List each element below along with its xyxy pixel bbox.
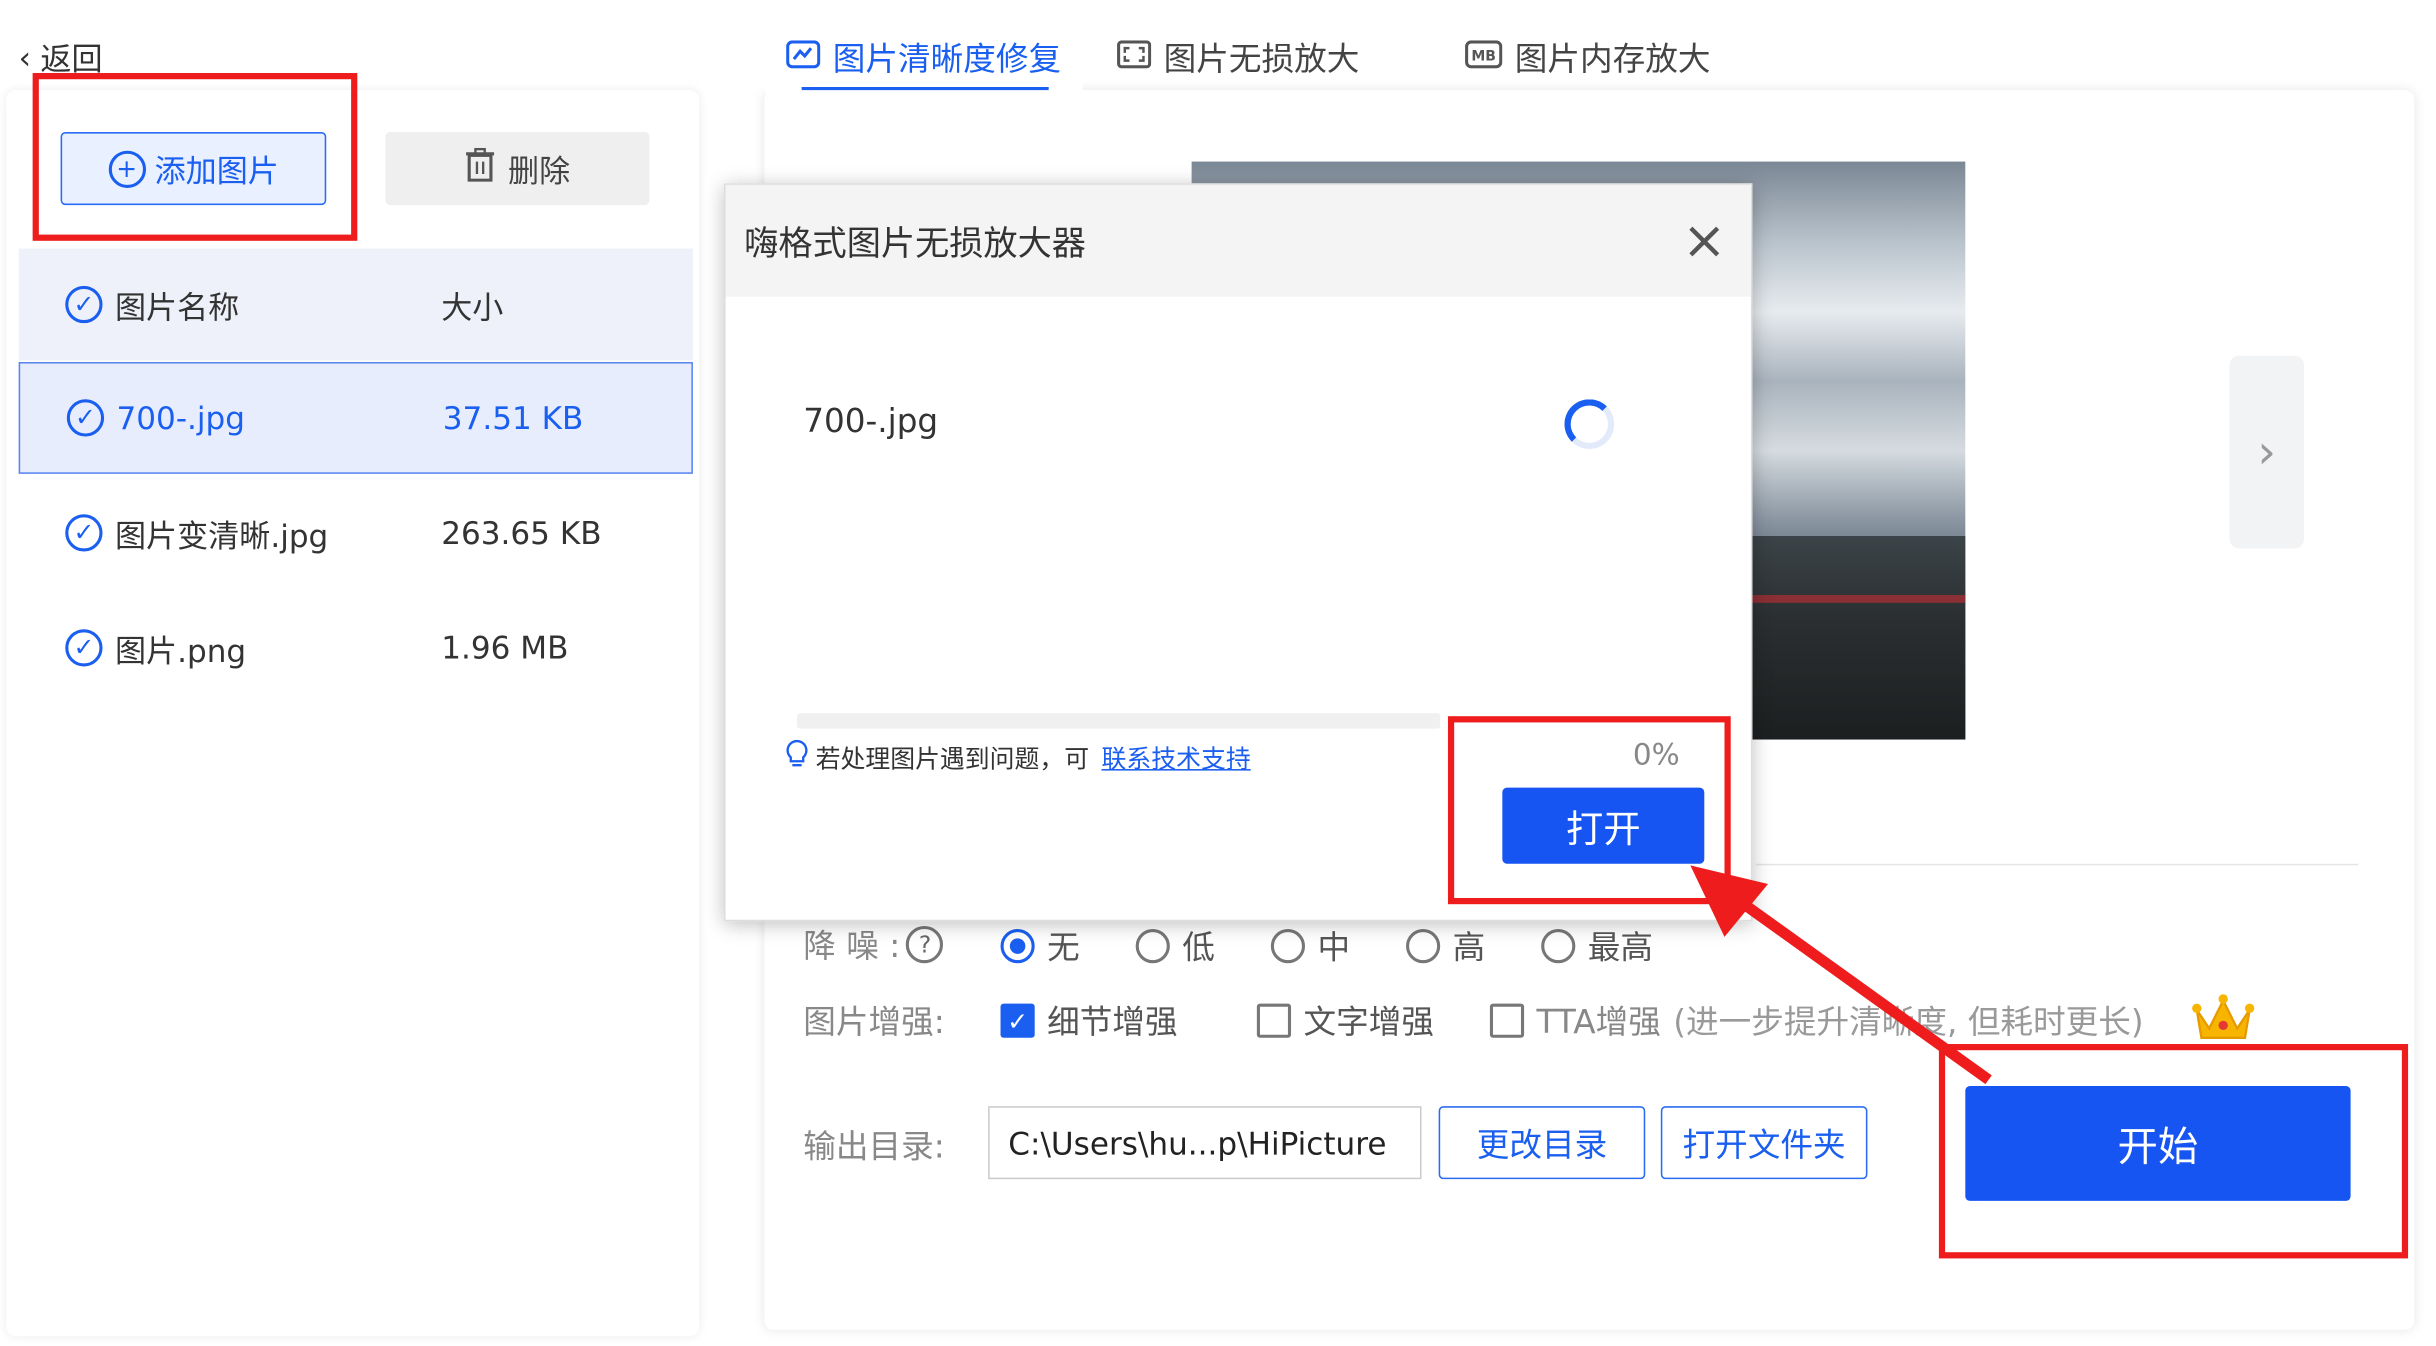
dialog-filename: 700-.jpg <box>803 402 939 440</box>
tab-sharpen[interactable]: 图片清晰度修复 <box>764 21 1083 94</box>
check-circle-icon[interactable]: ✓ <box>65 514 103 552</box>
enhance-option-label: TTA增强 <box>1536 1003 1661 1041</box>
denoise-option-label: 低 <box>1182 929 1215 967</box>
back-button[interactable]: ‹ 返回 <box>19 34 103 79</box>
radio-icon <box>1135 929 1170 964</box>
denoise-option-label: 最高 <box>1587 929 1654 967</box>
output-label: 输出目录: <box>803 1127 945 1166</box>
add-image-button[interactable]: + 添加图片 <box>60 132 327 206</box>
help-icon[interactable]: ? <box>906 925 944 964</box>
delete-button[interactable]: 删除 <box>385 132 650 206</box>
sharpen-icon <box>786 39 821 76</box>
file-row[interactable]: ✓ 图片.png 1.96 MB <box>19 592 693 704</box>
open-folder-button[interactable]: 打开文件夹 <box>1660 1106 1868 1180</box>
radio-icon <box>1406 929 1441 964</box>
loading-spinner-icon <box>1564 399 1615 449</box>
tab-memory[interactable]: MB 图片内存放大 <box>1443 22 1732 93</box>
mb-icon: MB <box>1465 39 1503 76</box>
file-size: 37.51 KB <box>442 399 584 437</box>
file-row[interactable]: ✓ 700-.jpg 37.51 KB <box>18 361 693 474</box>
denoise-option-low[interactable]: 低 <box>1135 923 1215 970</box>
denoise-option-high[interactable]: 高 <box>1406 923 1485 970</box>
file-name: 图片.png <box>114 631 247 669</box>
dialog-header: 嗨格式图片无损放大器 <box>725 184 1751 297</box>
file-size: 263.65 KB <box>441 514 602 552</box>
open-button[interactable]: 打开 <box>1502 787 1705 864</box>
help-text: 若处理图片遇到问题，可 <box>815 744 1090 774</box>
file-list-header: ✓ 图片名称 大小 <box>18 248 693 361</box>
svg-text:MB: MB <box>1471 49 1496 65</box>
start-button[interactable]: 开始 <box>1965 1085 2351 1201</box>
check-circle-icon[interactable]: ✓ <box>65 629 103 667</box>
file-name: 700-.jpg <box>116 399 246 437</box>
denoise-option-label: 中 <box>1317 929 1351 967</box>
help-line: 若处理图片遇到问题，可 联系技术支持 <box>785 738 1251 775</box>
checkbox-icon <box>1256 1003 1292 1038</box>
chevron-right-icon: › <box>2257 424 2277 480</box>
delete-label: 删除 <box>508 152 571 190</box>
header-name: 图片名称 <box>114 288 240 326</box>
file-row[interactable]: ✓ 图片变清晰.jpg 263.65 KB <box>19 477 693 589</box>
tab-label: 图片无损放大 <box>1163 40 1360 78</box>
enlarge-icon <box>1117 39 1152 76</box>
dialog-title: 嗨格式图片无损放大器 <box>744 225 1086 265</box>
check-circle-icon[interactable]: ✓ <box>66 399 105 437</box>
radio-icon <box>1541 929 1576 964</box>
file-size: 1.96 MB <box>441 629 569 667</box>
header-size: 大小 <box>441 288 504 326</box>
progress-dialog: 嗨格式图片无损放大器 × 700-.jpg 若处理图片遇到问题，可 联系技术支持… <box>723 183 1753 922</box>
mode-tabs: 图片清晰度修复 图片无损放大 MB 图片内存放大 <box>764 21 1732 94</box>
progress-percent: 0% <box>1632 737 1680 773</box>
back-label: 返回 <box>40 40 103 78</box>
enhance-label: 图片增强: <box>803 1003 945 1041</box>
text-enhance-checkbox[interactable]: 文字增强 <box>1256 997 1434 1044</box>
add-image-label: 添加图片 <box>154 152 279 190</box>
support-link[interactable]: 联系技术支持 <box>1102 738 1251 775</box>
plus-circle-icon: + <box>107 149 146 188</box>
progress-bar <box>796 713 1441 729</box>
enhance-option-label: 文字增强 <box>1303 1003 1434 1041</box>
next-image-button[interactable]: › <box>2229 355 2304 549</box>
radio-icon <box>1270 929 1306 964</box>
select-all-check-icon[interactable]: ✓ <box>65 285 103 324</box>
annotation-arrow-icon <box>1690 865 1992 1085</box>
denoise-option-label: 高 <box>1452 929 1486 967</box>
tab-label: 图片内存放大 <box>1514 40 1711 78</box>
change-dir-button[interactable]: 更改目录 <box>1438 1106 1646 1180</box>
denoise-option-max[interactable]: 最高 <box>1541 923 1653 970</box>
trash-icon <box>465 147 496 190</box>
preview-image-railing <box>1750 595 1966 603</box>
checkbox-checked-icon: ✓ <box>1000 1003 1035 1038</box>
output-path-field[interactable]: C:\Users\hu...p\HiPicture <box>988 1106 1422 1180</box>
detail-enhance-checkbox[interactable]: ✓ 细节增强 <box>1000 997 1178 1044</box>
radio-selected-icon <box>1000 929 1035 964</box>
checkbox-icon <box>1489 1003 1525 1038</box>
tab-label: 图片清晰度修复 <box>832 40 1062 78</box>
enhance-option-label: 细节增强 <box>1047 1003 1178 1041</box>
preview-image-ground <box>1750 535 1966 740</box>
crown-icon <box>2191 991 2256 1050</box>
denoise-option-medium[interactable]: 中 <box>1270 923 1351 970</box>
denoise-label: 降 噪 : <box>803 927 901 965</box>
lightbulb-icon <box>785 738 810 775</box>
file-name: 图片变清晰.jpg <box>114 516 329 554</box>
close-icon[interactable]: × <box>1676 210 1732 272</box>
denoise-option-label: 无 <box>1047 929 1080 967</box>
denoise-row: 降 噪 : ? <box>803 920 944 970</box>
chevron-left-icon: ‹ <box>18 38 32 76</box>
denoise-option-none[interactable]: 无 <box>1000 923 1080 970</box>
tab-enlarge[interactable]: 图片无损放大 <box>1095 22 1381 93</box>
